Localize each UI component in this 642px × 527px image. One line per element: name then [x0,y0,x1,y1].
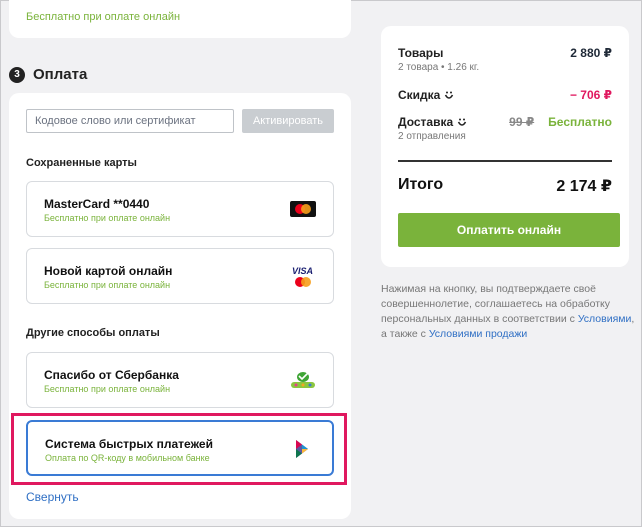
goods-label: Товары [398,46,444,60]
discount-label: Скидка [398,88,441,102]
summary-goods-row: Товары 2 товара • 1.26 кг. 2 880 ₽ [398,46,612,73]
summary-delivery-row: Доставка 2 отправления 99 ₽ Бесплатно [398,115,612,142]
delivery-label: Доставка [398,115,454,129]
other-methods-label: Другие способы оплаты [26,327,160,339]
disclaimer-text: Нажимая на кнопку, вы подтверждаете своё… [381,283,610,325]
promo-row: Активировать [26,109,334,133]
smile-icon [444,90,454,100]
disclaimer: Нажимая на кнопку, вы подтверждаете своё… [381,282,637,342]
payment-section-header: 3 Оплата [9,66,87,83]
payment-option-mastercard[interactable]: MasterCard **0440 Бесплатно при оплате о… [26,181,334,237]
option-name: MasterCard **0440 [44,197,150,211]
svg-text:VISA: VISA [292,266,313,276]
page-frame: Бесплатно при оплате онлайн 3 Оплата Акт… [0,0,642,527]
step-badge: 3 [9,66,25,83]
discount-value: − 706 ₽ [569,88,612,102]
goods-sub: 2 товара • 1.26 кг. [398,62,480,73]
option-sub: Бесплатно при оплате онлайн [44,280,171,290]
payment-title: Оплата [33,66,88,83]
sberbank-spasibo-icon [289,369,317,391]
terms-link[interactable]: Условиями [578,313,632,325]
delivery-old-price: 99 ₽ [509,115,535,129]
saved-cards-label: Сохраненные карты [26,157,137,169]
total-value: 2 174 ₽ [556,178,612,195]
sale-terms-link[interactable]: Условиями продажи [429,328,527,340]
option-name: Спасибо от Сбербанка [44,368,179,382]
collapse-link[interactable]: Свернуть [26,490,79,504]
summary-discount-row: Скидка − 706 ₽ [398,88,612,102]
total-label: Итого [398,176,444,193]
payment-option-new-card[interactable]: Новой картой онлайн Бесплатно при оплате… [26,248,334,304]
payment-option-spasibo[interactable]: Спасибо от Сбербанка Бесплатно при оплат… [26,352,334,408]
smile-icon [457,117,467,127]
summary-divider [398,160,612,162]
delivery-card: Бесплатно при оплате онлайн [9,0,351,38]
activate-button[interactable]: Активировать [242,109,334,133]
order-summary: Товары 2 товара • 1.26 кг. 2 880 ₽ Скидк… [381,26,629,267]
delivery-free: Бесплатно [548,115,612,129]
mastercard-icon [289,198,317,220]
summary-total-row: Итого 2 174 ₽ [398,176,612,195]
delivery-free-note: Бесплатно при оплате онлайн [26,11,181,23]
promo-code-input[interactable] [26,109,234,133]
visa-mastercard-icon: VISA [289,265,317,287]
delivery-values: 99 ₽ Бесплатно [509,115,612,129]
goods-value: 2 880 ₽ [570,46,612,60]
option-sub: Бесплатно при оплате онлайн [44,213,171,223]
option-sub: Бесплатно при оплате онлайн [44,384,171,394]
option-name: Новой картой онлайн [44,264,173,278]
pay-online-button[interactable]: Оплатить онлайн [398,213,620,247]
delivery-sub: 2 отправления [398,131,466,142]
selection-highlight [11,413,347,485]
